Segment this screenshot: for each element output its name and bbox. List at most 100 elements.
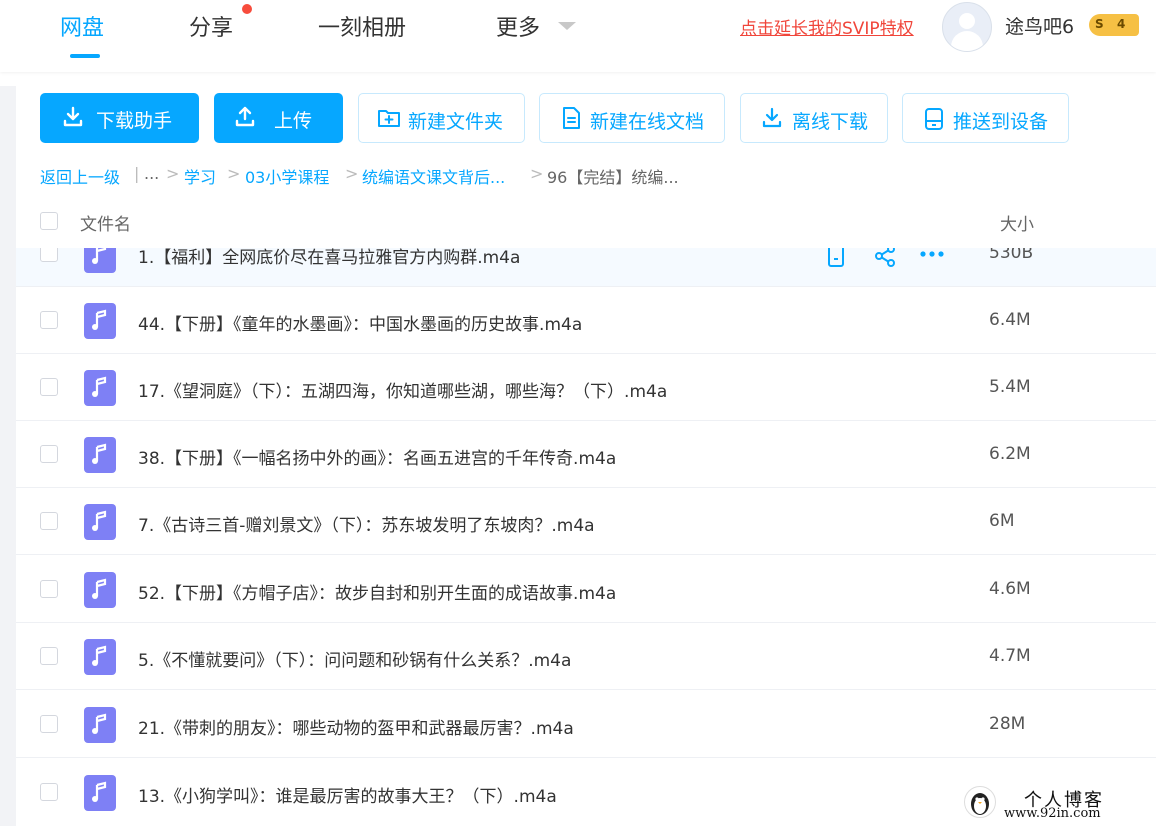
file-name[interactable]: 7.《古诗三首-赠刘景文》（下）：苏东坡发明了东坡肉？.m4a: [138, 511, 595, 536]
breadcrumb-pipe: |: [134, 164, 140, 183]
notification-dot-icon: [242, 4, 252, 14]
left-sidebar-edge: [0, 86, 16, 826]
row-checkbox[interactable]: [40, 647, 58, 665]
select-all-checkbox-overlay[interactable]: [40, 212, 58, 230]
new-folder-button[interactable]: 新建文件夹: [358, 93, 525, 143]
download-icon: [63, 106, 83, 127]
chevron-down-icon[interactable]: [558, 22, 576, 30]
file-size: 4.7M: [989, 646, 1031, 666]
watermark-logo-icon: [964, 786, 996, 818]
music-note-icon: [92, 510, 107, 531]
upload-label: 上传: [274, 110, 313, 132]
new-online-doc-label: 新建在线文档: [590, 111, 705, 133]
tab-moment-album[interactable]: 一刻相册: [318, 10, 406, 42]
tab-more[interactable]: 更多: [496, 10, 540, 42]
tab-netdisk[interactable]: 网盘: [60, 10, 104, 42]
table-row[interactable]: 52.【下册】《方帽子店》：故步自封和别开生面的成语故事.m4a 4.6M: [16, 556, 1156, 623]
audio-file-icon: [84, 572, 116, 608]
file-name[interactable]: 17.《望洞庭》（下）：五湖四海，你知道哪些湖，哪些海？（下）.m4a: [138, 377, 667, 402]
music-note-icon: [92, 781, 107, 802]
audio-file-icon: [84, 504, 116, 540]
download-helper-label: 下载助手: [96, 110, 173, 132]
audio-file-icon: [84, 639, 116, 675]
music-note-icon: [92, 645, 107, 666]
breadcrumb-ellipsis[interactable]: ...: [144, 164, 159, 183]
file-size: 6M: [989, 511, 1015, 531]
new-folder-label: 新建文件夹: [408, 111, 504, 133]
breadcrumb-separator-icon: >: [530, 164, 544, 183]
file-name[interactable]: 44.【下册】《童年的水墨画》：中国水墨画的历史故事.m4a: [138, 310, 582, 335]
column-header-filename-overlay[interactable]: 文件名: [80, 210, 131, 235]
file-name[interactable]: 5.《不懂就要问》（下）：问问题和砂锅有什么关系？.m4a: [138, 646, 571, 671]
breadcrumb-current: 96【完结】统编...: [547, 168, 679, 187]
tab-share[interactable]: 分享: [189, 10, 233, 42]
file-size: 6.4M: [989, 310, 1031, 330]
file-size: 28M: [989, 714, 1026, 734]
file-size: 5.4M: [989, 377, 1031, 397]
table-row[interactable]: 38.【下册】《一幅名扬中外的画》：名画五进宫的千年传奇.m4a 6.2M: [16, 421, 1156, 488]
breadcrumb-separator-icon: >: [227, 164, 241, 183]
table-row[interactable]: 17.《望洞庭》（下）：五湖四海，你知道哪些湖，哪些海？（下）.m4a 5.4M: [16, 354, 1156, 421]
top-navigation: 网盘 分享 一刻相册 更多 点击延长我的SVIP特权 途鸟吧6 S 4: [0, 0, 1156, 72]
penguin-icon: [971, 793, 989, 815]
breadcrumb-separator-icon: >: [345, 164, 359, 183]
music-note-icon: [92, 309, 107, 330]
offline-download-button[interactable]: 离线下载: [740, 93, 888, 143]
svip-renew-link[interactable]: 点击延长我的SVIP特权: [740, 14, 914, 39]
svip-symbol: S: [1095, 17, 1104, 31]
svip-level-number: 4: [1117, 17, 1126, 31]
breadcrumb-back[interactable]: 返回上一级: [40, 164, 120, 188]
audio-file-icon: [84, 370, 116, 406]
file-size: 4.6M: [989, 579, 1031, 599]
device-icon: [925, 108, 943, 130]
upload-icon: [235, 106, 255, 127]
breadcrumb-item-study[interactable]: 学习: [184, 164, 216, 188]
download-helper-button[interactable]: 下载助手: [40, 93, 199, 143]
file-size: 6.2M: [989, 444, 1031, 464]
audio-file-icon: [84, 437, 116, 473]
row-checkbox[interactable]: [40, 580, 58, 598]
watermark-url: www.92in.com: [1004, 806, 1101, 821]
file-name[interactable]: 21.《带刺的朋友》：哪些动物的盔甲和武器最厉害？.m4a: [138, 714, 574, 739]
file-name[interactable]: 13.《小狗学叫》：谁是最厉害的故事大王？（下）.m4a: [138, 782, 557, 807]
svip-level-badge[interactable]: S 4: [1089, 14, 1139, 36]
row-checkbox[interactable]: [40, 715, 58, 733]
row-checkbox[interactable]: [40, 378, 58, 396]
row-checkbox[interactable]: [40, 311, 58, 329]
row-checkbox[interactable]: [40, 783, 58, 801]
download-icon: [762, 107, 782, 128]
avatar-head-shape: [959, 13, 975, 29]
breadcrumb-item-chinese-text[interactable]: 统编语文课文背后...: [362, 164, 505, 188]
document-icon: [563, 107, 580, 129]
upload-button[interactable]: 上传: [214, 93, 343, 143]
table-header-background: [16, 200, 1156, 248]
table-row[interactable]: 7.《古诗三首-赠刘景文》（下）：苏东坡发明了东坡肉？.m4a 6M: [16, 488, 1156, 555]
new-online-doc-button[interactable]: 新建在线文档: [539, 93, 725, 143]
more-options-icon[interactable]: [919, 248, 945, 260]
breadcrumb-item-primary-course[interactable]: 03小学课程: [245, 164, 329, 188]
push-to-device-button[interactable]: 推送到设备: [902, 93, 1069, 143]
music-note-icon: [92, 443, 107, 464]
row-checkbox[interactable]: [40, 512, 58, 530]
table-row[interactable]: 44.【下册】《童年的水墨画》：中国水墨画的历史故事.m4a 6.4M: [16, 287, 1156, 354]
table-row[interactable]: 5.《不懂就要问》（下）：问问题和砂锅有什么关系？.m4a 4.7M: [16, 623, 1156, 690]
music-note-icon: [92, 578, 107, 599]
file-name[interactable]: 52.【下册】《方帽子店》：故步自封和别开生面的成语故事.m4a: [138, 579, 616, 604]
active-tab-indicator: [70, 54, 100, 58]
file-name[interactable]: 38.【下册】《一幅名扬中外的画》：名画五进宫的千年传奇.m4a: [138, 444, 616, 469]
audio-file-icon: [84, 707, 116, 743]
audio-file-icon: [84, 775, 116, 811]
music-note-icon: [92, 713, 107, 734]
column-header-size-overlay[interactable]: 大小: [1000, 210, 1034, 235]
folder-plus-icon: [378, 110, 400, 127]
table-row[interactable]: 21.《带刺的朋友》：哪些动物的盔甲和武器最厉害？.m4a 28M: [16, 691, 1156, 758]
audio-file-icon: [84, 303, 116, 339]
username[interactable]: 途鸟吧6: [1005, 12, 1074, 39]
offline-download-label: 离线下载: [792, 111, 869, 133]
music-note-icon: [92, 376, 107, 397]
avatar-body-shape: [951, 31, 983, 51]
row-checkbox[interactable]: [40, 445, 58, 463]
push-to-device-label: 推送到设备: [953, 111, 1049, 133]
avatar[interactable]: [942, 2, 992, 52]
breadcrumb-separator-icon: >: [166, 164, 180, 183]
